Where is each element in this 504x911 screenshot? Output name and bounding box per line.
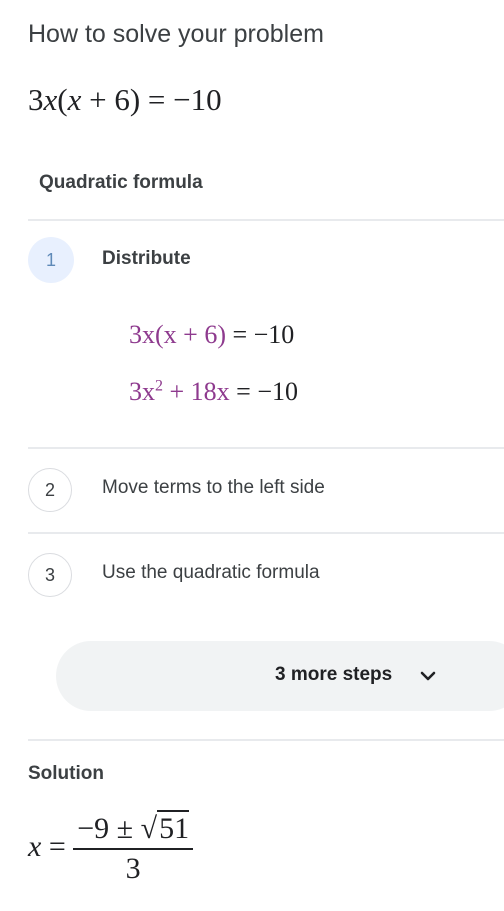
problem-paren: ( [57,82,68,117]
problem-plus: + 6) [81,82,141,117]
sqrt-icon: √ [140,812,158,845]
equation-exponent: 2 [155,377,163,395]
problem-rhs: −10 [173,82,222,117]
step-2-number[interactable]: 2 [28,468,72,512]
solution-var: x [28,829,42,863]
step-3-label[interactable]: Use the quadratic formula [102,562,320,584]
equation-left-a: 3x [129,377,155,406]
method-label: Quadratic formula [39,172,203,193]
solution-denominator: 3 [125,852,141,885]
divider [28,739,504,741]
problem-var: x [43,82,58,117]
more-steps-label[interactable]: 3 more steps [275,664,392,686]
chevron-down-icon[interactable] [418,666,438,686]
step-1-number[interactable]: 1 [28,237,74,283]
radicand: 51 [157,810,190,845]
solution-equation: x = −9 ± √51 3 [28,810,194,886]
step-1-equation-1: 3x(x + 6) = −10 [129,320,294,350]
step-1-label[interactable]: Distribute [102,248,191,270]
step-1-equation-2: 3x2 + 18x = −10 [129,377,298,407]
solution-label: Solution [28,763,104,784]
divider [28,447,504,449]
solution-numerator: −9 ± √51 [73,810,194,850]
equation-right: = −10 [225,320,295,349]
divider [28,532,504,534]
step-2-label[interactable]: Move terms to the left side [102,477,325,499]
numerator-term: −9 ± [77,812,141,845]
problem-var-2: x [67,82,82,117]
step-3-number[interactable]: 3 [28,553,72,597]
equation-left: 3x(x + 6) [129,320,226,349]
solution-fraction: −9 ± √51 3 [73,810,194,886]
equation-left-b: + 18x [163,377,230,406]
problem-equation: 3x(x + 6) = −10 [28,82,222,118]
divider [28,219,504,221]
problem-coef: 3 [28,82,44,117]
page-title: How to solve your problem [28,20,324,48]
equation-right: = −10 [229,377,298,406]
solution-equals: = [41,829,74,863]
problem-equals: = [140,82,174,117]
